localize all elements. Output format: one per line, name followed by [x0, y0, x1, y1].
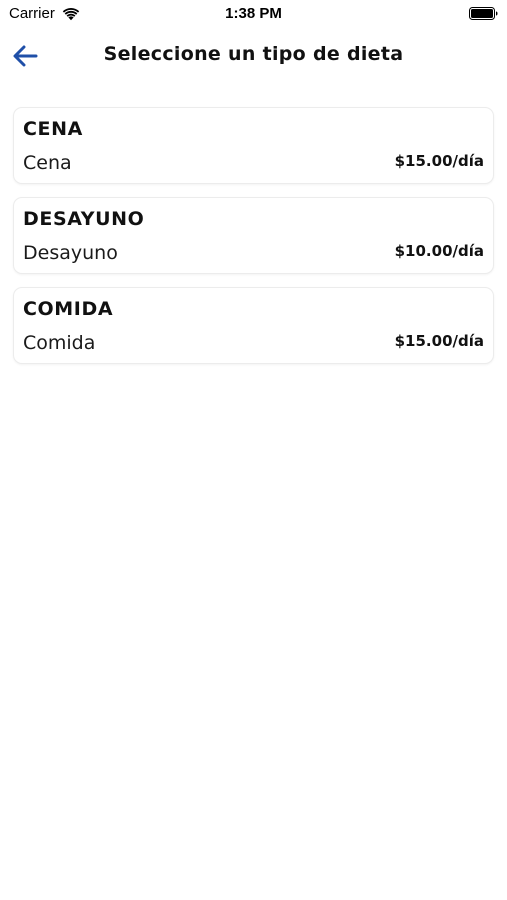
diet-card-cena[interactable]: CENA Cena $15.00/día: [13, 107, 494, 184]
diet-card-desayuno[interactable]: DESAYUNO Desayuno $10.00/día: [13, 197, 494, 274]
screen: Carrier 1:38 PM Seleccione un tipo de di…: [0, 0, 507, 900]
diet-card-price: $15.00/día: [394, 332, 484, 350]
diet-card-name: Desayuno: [23, 242, 118, 264]
battery-icon: [469, 7, 498, 20]
page-title: Seleccione un tipo de dieta: [103, 43, 404, 65]
navigation-bar: Seleccione un tipo de dieta: [0, 34, 507, 78]
diet-card-price: $15.00/día: [394, 152, 484, 170]
diet-card-name: Comida: [23, 332, 96, 354]
arrow-left-icon: [13, 45, 38, 67]
diet-card-title: DESAYUNO: [23, 208, 145, 230]
diet-card-name: Cena: [23, 152, 72, 174]
diet-card-title: COMIDA: [23, 298, 114, 320]
status-bar: Carrier 1:38 PM: [0, 0, 507, 28]
status-time: 1:38 PM: [225, 5, 282, 22]
diet-card-price: $10.00/día: [394, 242, 484, 260]
diet-card-comida[interactable]: COMIDA Comida $15.00/día: [13, 287, 494, 364]
diet-card-title: CENA: [23, 118, 83, 140]
diet-list: CENA Cena $15.00/día DESAYUNO Desayuno $…: [13, 107, 494, 377]
back-button[interactable]: [10, 42, 40, 70]
